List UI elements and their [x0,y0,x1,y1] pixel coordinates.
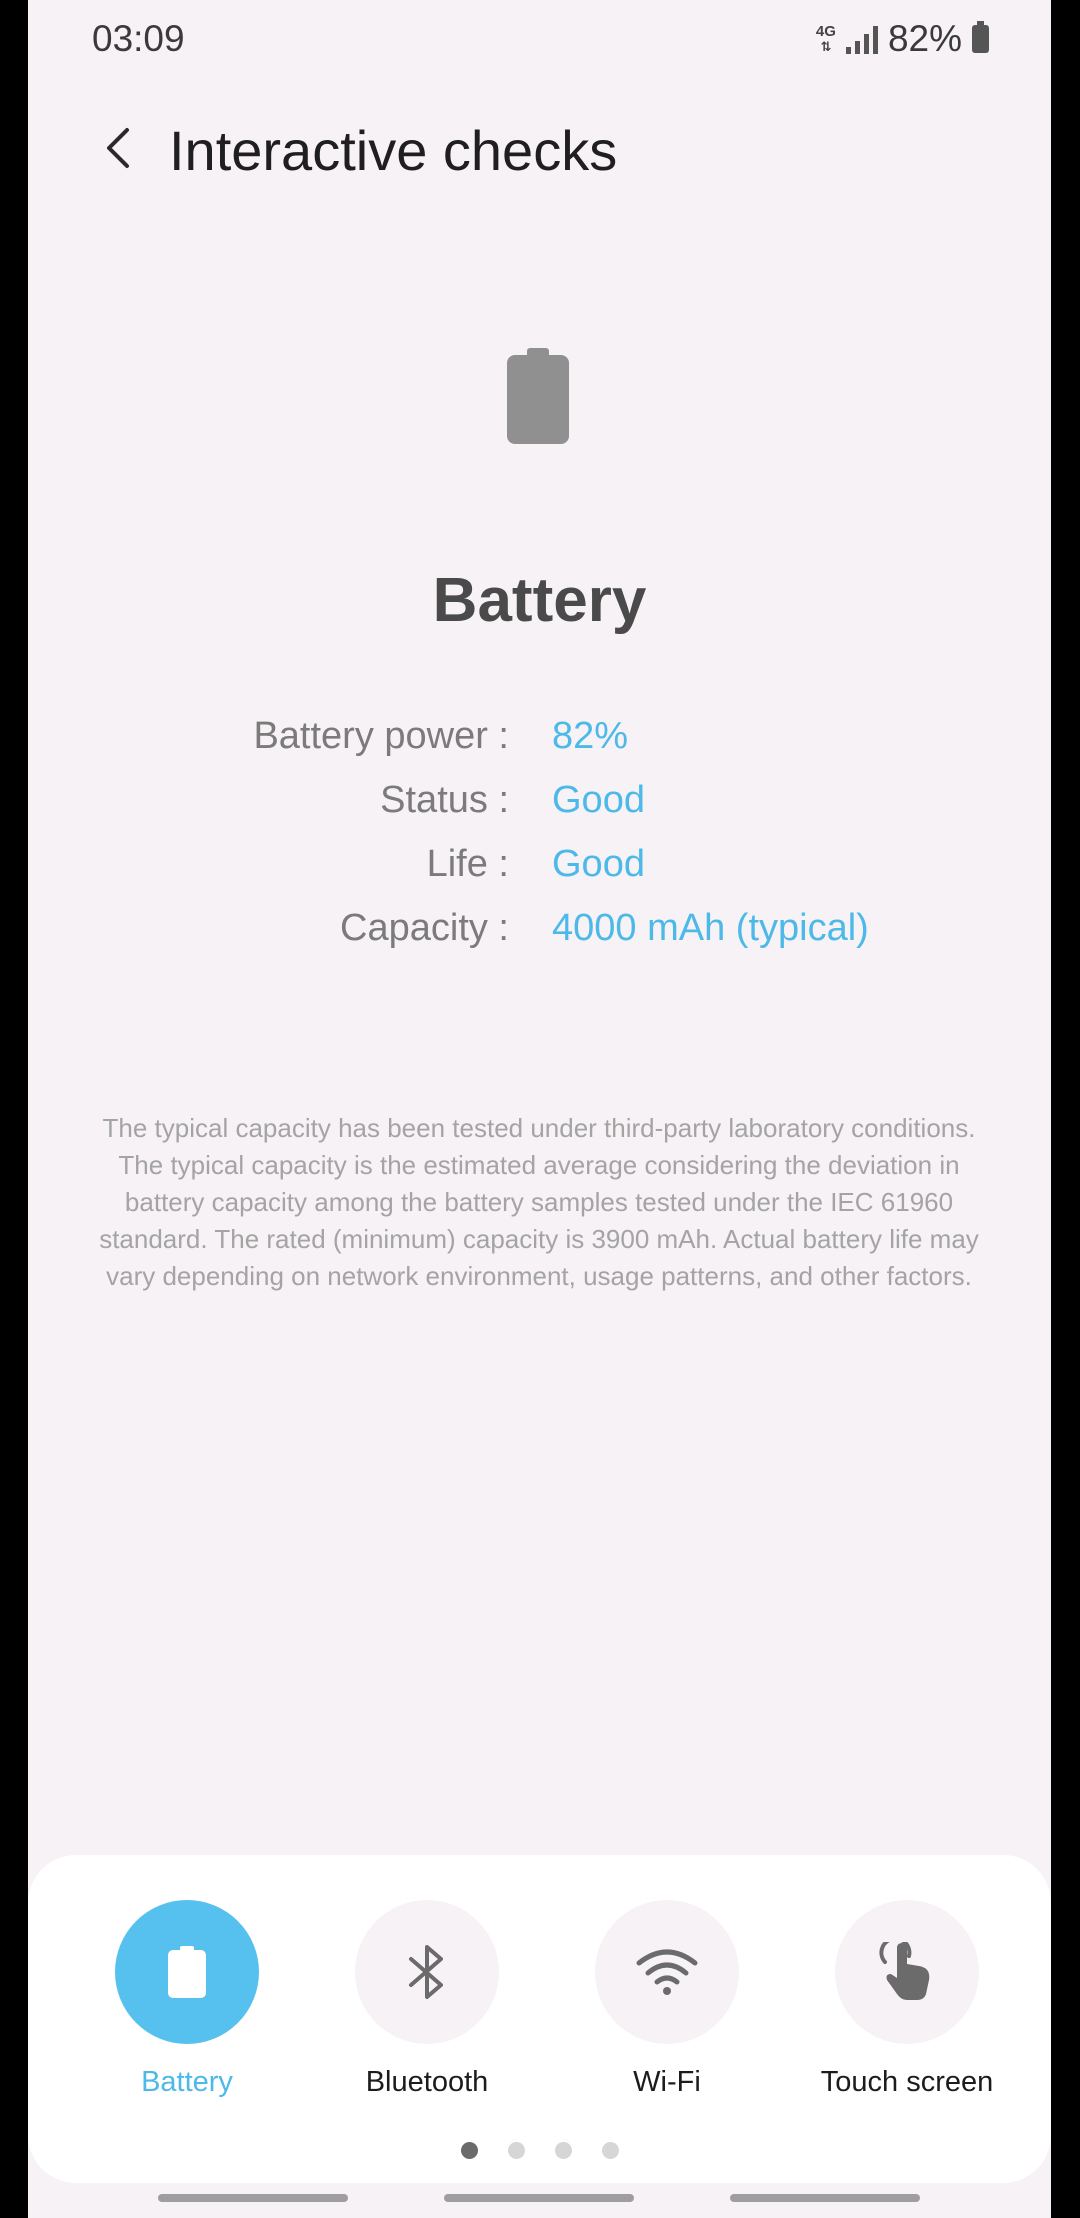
info-row-power: Battery power : 82% [28,715,1051,779]
info-label: Status : [380,779,509,821]
test-selector-panel: Battery Bluetooth Wi-Fi Touch screen [28,1855,1051,2183]
info-label: Battery power : [253,715,509,757]
info-row-life: Life : Good [28,843,1051,907]
info-value: Good [552,843,645,885]
tile-icon-circle [835,1900,979,2044]
chevron-left-icon [107,128,129,168]
nav-handle-center[interactable] [444,2194,634,2202]
info-row-capacity: Capacity : 4000 mAh (typical) [28,907,1051,971]
page-title: Interactive checks [169,119,618,182]
battery-icon [972,21,989,53]
status-icons: 4G ⇅ 82% [816,18,989,60]
wifi-icon [636,1949,698,1995]
tile-icon-circle [595,1900,739,2044]
tile-wifi[interactable]: Wi-Fi [547,1900,787,2100]
bluetooth-icon [409,1945,443,1999]
hero-title: Battery [432,566,647,635]
status-bar: 03:09 4G ⇅ 82% [28,0,1051,80]
navigation-bar [28,2194,1051,2202]
info-label: Life : [426,843,509,885]
battery-icon [507,348,569,444]
tile-icon-circle [355,1900,499,2044]
tile-icon-circle [115,1900,259,2044]
signal-icon [845,24,878,54]
battery-icon [168,1946,206,1998]
info-label: Capacity : [340,907,509,949]
nav-handle-left[interactable] [158,2194,348,2202]
tile-bluetooth[interactable]: Bluetooth [307,1900,547,2100]
tile-label: Wi-Fi [633,2066,701,2098]
tile-label: Bluetooth [365,2066,489,2098]
info-row-status: Status : Good [28,779,1051,843]
status-time: 03:09 [92,18,185,59]
back-button[interactable] [88,118,148,178]
network-type: 4G [815,23,836,40]
page-dot-1[interactable] [460,2142,478,2159]
tile-touch-screen[interactable]: Touch screen [787,1900,1027,2100]
nav-handle-right[interactable] [730,2194,920,2202]
page-dot-3[interactable] [554,2142,572,2159]
info-value: Good [552,779,645,821]
capacity-disclaimer: The typical capacity has been tested und… [99,1113,979,1291]
4g-icon: 4G ⇅ [816,24,836,54]
tile-battery[interactable]: Battery [67,1900,307,2100]
data-arrows-icon: ⇅ [820,39,832,54]
page-dot-4[interactable] [601,2142,619,2159]
page-dot-2[interactable] [507,2142,525,2159]
tile-label: Touch screen [820,2066,994,2098]
touch-icon [879,1942,930,2000]
page-indicator [28,2142,1051,2159]
tile-label: Battery [141,2066,233,2098]
status-battery-percent: 82% [887,18,962,59]
info-value: 82% [552,715,629,757]
screen: 03:09 4G ⇅ 82% Interactive checks Batter… [28,0,1051,2218]
info-value: 4000 mAh (typical) [552,907,869,949]
